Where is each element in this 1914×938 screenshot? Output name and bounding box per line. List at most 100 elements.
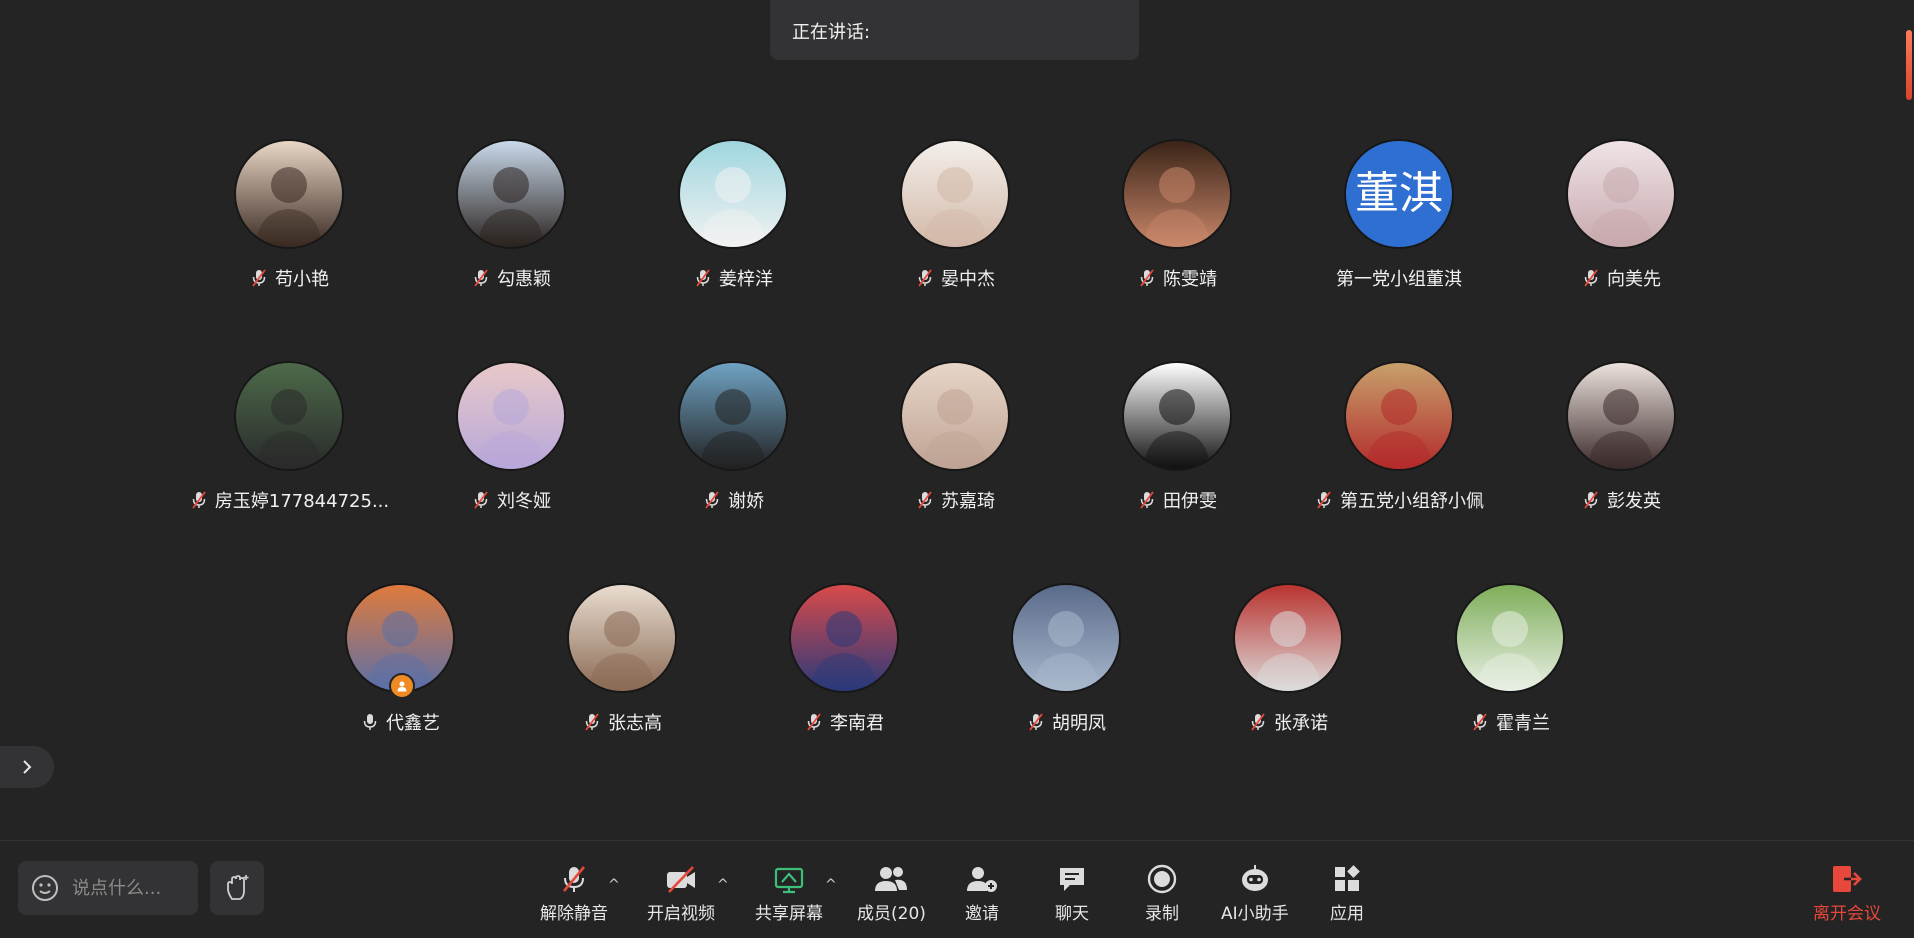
- record-icon: [1147, 864, 1177, 894]
- participant-name-row: 刘冬娅: [401, 487, 621, 513]
- participant-name: 霍青兰: [1496, 713, 1550, 734]
- mic-muted-icon: [585, 713, 599, 731]
- participant-name: 胡明凤: [1052, 713, 1106, 734]
- participant-tile[interactable]: 彭发英: [1511, 363, 1731, 533]
- ai-assistant-button[interactable]: AI小助手: [1221, 863, 1289, 924]
- participant-name: 向美先: [1607, 269, 1661, 290]
- participant-tile[interactable]: 董淇 第一党小组董淇: [1289, 141, 1509, 311]
- participant-name: 代鑫艺: [386, 713, 440, 734]
- bottom-toolbar: 解除静音 ^ 开启视频 ^ 共享屏幕: [0, 840, 1914, 938]
- avatar[interactable]: [1124, 141, 1230, 247]
- chat-button[interactable]: 聊天: [1055, 863, 1089, 924]
- chat-quick-input[interactable]: [18, 861, 198, 915]
- participant-tile[interactable]: 房玉婷177844725...: [179, 363, 399, 533]
- participant-name-row: 苏嘉琦: [845, 487, 1065, 513]
- avatar[interactable]: [1568, 141, 1674, 247]
- expand-panel-button[interactable]: [0, 746, 54, 788]
- mic-muted-icon: [918, 491, 932, 509]
- participant-name: 姜梓洋: [719, 269, 773, 290]
- mic-muted-icon: [1317, 491, 1331, 509]
- participant-tile[interactable]: 田伊雯: [1067, 363, 1287, 533]
- participant-name: 陈雯靖: [1163, 269, 1217, 290]
- participant-name-row: 胡明凤: [956, 709, 1176, 735]
- scrollbar[interactable]: [1904, 0, 1914, 840]
- invite-button[interactable]: 邀请: [965, 863, 999, 924]
- record-label: 录制: [1145, 904, 1179, 924]
- chat-input-field[interactable]: [70, 876, 194, 900]
- avatar[interactable]: [458, 141, 564, 247]
- mic-muted-icon: [696, 269, 710, 287]
- avatar[interactable]: [1013, 585, 1119, 691]
- start-video-button[interactable]: 开启视频: [647, 863, 715, 924]
- avatar[interactable]: [680, 363, 786, 469]
- mic-muted-icon: [1473, 713, 1487, 731]
- avatar-image: [1124, 141, 1230, 247]
- participant-name-row: 彭发英: [1511, 487, 1731, 513]
- participant-tile[interactable]: 第五党小组舒小佩: [1289, 363, 1509, 533]
- leave-meeting-button[interactable]: 离开会议: [1813, 863, 1881, 924]
- unmute-label: 解除静音: [540, 904, 608, 924]
- unmute-button[interactable]: 解除静音: [540, 863, 608, 924]
- share-options-caret[interactable]: ^: [825, 877, 837, 893]
- participant-tile[interactable]: 张承诺: [1178, 585, 1398, 755]
- avatar[interactable]: [236, 363, 342, 469]
- raise-hand-button[interactable]: [210, 861, 264, 915]
- participant-name: 晏中杰: [941, 269, 995, 290]
- members-button[interactable]: 成员(20): [857, 863, 926, 924]
- avatar[interactable]: 董淇: [1346, 141, 1452, 247]
- mic-muted-icon: [252, 269, 266, 287]
- avatar[interactable]: [1568, 363, 1674, 469]
- avatar-image: [1124, 363, 1230, 469]
- participant-tile[interactable]: 晏中杰: [845, 141, 1065, 311]
- avatar[interactable]: [569, 585, 675, 691]
- avatar-image: [458, 141, 564, 247]
- participant-name-row: 代鑫艺: [290, 709, 510, 735]
- avatar[interactable]: [1124, 363, 1230, 469]
- avatar[interactable]: [902, 363, 1008, 469]
- video-options-caret[interactable]: ^: [717, 877, 729, 893]
- share-screen-icon: [774, 867, 804, 894]
- participant-name: 第一党小组董淇: [1336, 269, 1462, 290]
- participant-tile[interactable]: 霍青兰: [1400, 585, 1620, 755]
- avatar-image: [791, 585, 897, 691]
- apps-label: 应用: [1330, 904, 1364, 924]
- avatar[interactable]: [1346, 363, 1452, 469]
- participant-name: 勾惠颖: [497, 269, 551, 290]
- avatar[interactable]: [1235, 585, 1341, 691]
- avatar-image: [569, 585, 675, 691]
- scrollbar-thumb[interactable]: [1906, 30, 1912, 100]
- participant-tile[interactable]: 张志高: [512, 585, 732, 755]
- avatar[interactable]: [1457, 585, 1563, 691]
- meeting-window: 正在讲话: 苟小艳 勾惠颖 姜梓洋 晏中杰 陈雯靖 董淇 第一党小组董淇 向美先 房玉婷1778…: [0, 0, 1914, 938]
- participant-tile[interactable]: 陈雯靖: [1067, 141, 1287, 311]
- avatar-image: [236, 363, 342, 469]
- participant-tile[interactable]: 谢娇: [623, 363, 843, 533]
- share-screen-button[interactable]: 共享屏幕: [755, 863, 823, 924]
- apps-button[interactable]: 应用: [1330, 863, 1364, 924]
- participant-name: 房玉婷177844725...: [214, 491, 390, 512]
- avatar[interactable]: [902, 141, 1008, 247]
- participant-tile[interactable]: 向美先: [1511, 141, 1731, 311]
- participant-tile[interactable]: 胡明凤: [956, 585, 1176, 755]
- members-label: 成员(20): [857, 904, 926, 924]
- avatar[interactable]: [236, 141, 342, 247]
- avatar-image: [1013, 585, 1119, 691]
- participant-tile[interactable]: 苏嘉琦: [845, 363, 1065, 533]
- participant-tile[interactable]: 李南君: [734, 585, 954, 755]
- avatar[interactable]: [680, 141, 786, 247]
- mic-icon: [363, 714, 377, 730]
- participant-name: 李南君: [830, 713, 884, 734]
- participant-tile[interactable]: 代鑫艺: [290, 585, 510, 755]
- avatar-image: [458, 363, 564, 469]
- emoji-icon[interactable]: [30, 873, 60, 903]
- record-button[interactable]: 录制: [1145, 863, 1179, 924]
- raise-hand-icon: [227, 875, 249, 900]
- avatar[interactable]: [458, 363, 564, 469]
- participant-tile[interactable]: 姜梓洋: [623, 141, 843, 311]
- audio-options-caret[interactable]: ^: [608, 877, 620, 893]
- mic-muted-icon: [918, 269, 932, 287]
- avatar[interactable]: [791, 585, 897, 691]
- participant-tile[interactable]: 刘冬娅: [401, 363, 621, 533]
- participant-tile[interactable]: 苟小艳: [179, 141, 399, 311]
- participant-tile[interactable]: 勾惠颖: [401, 141, 621, 311]
